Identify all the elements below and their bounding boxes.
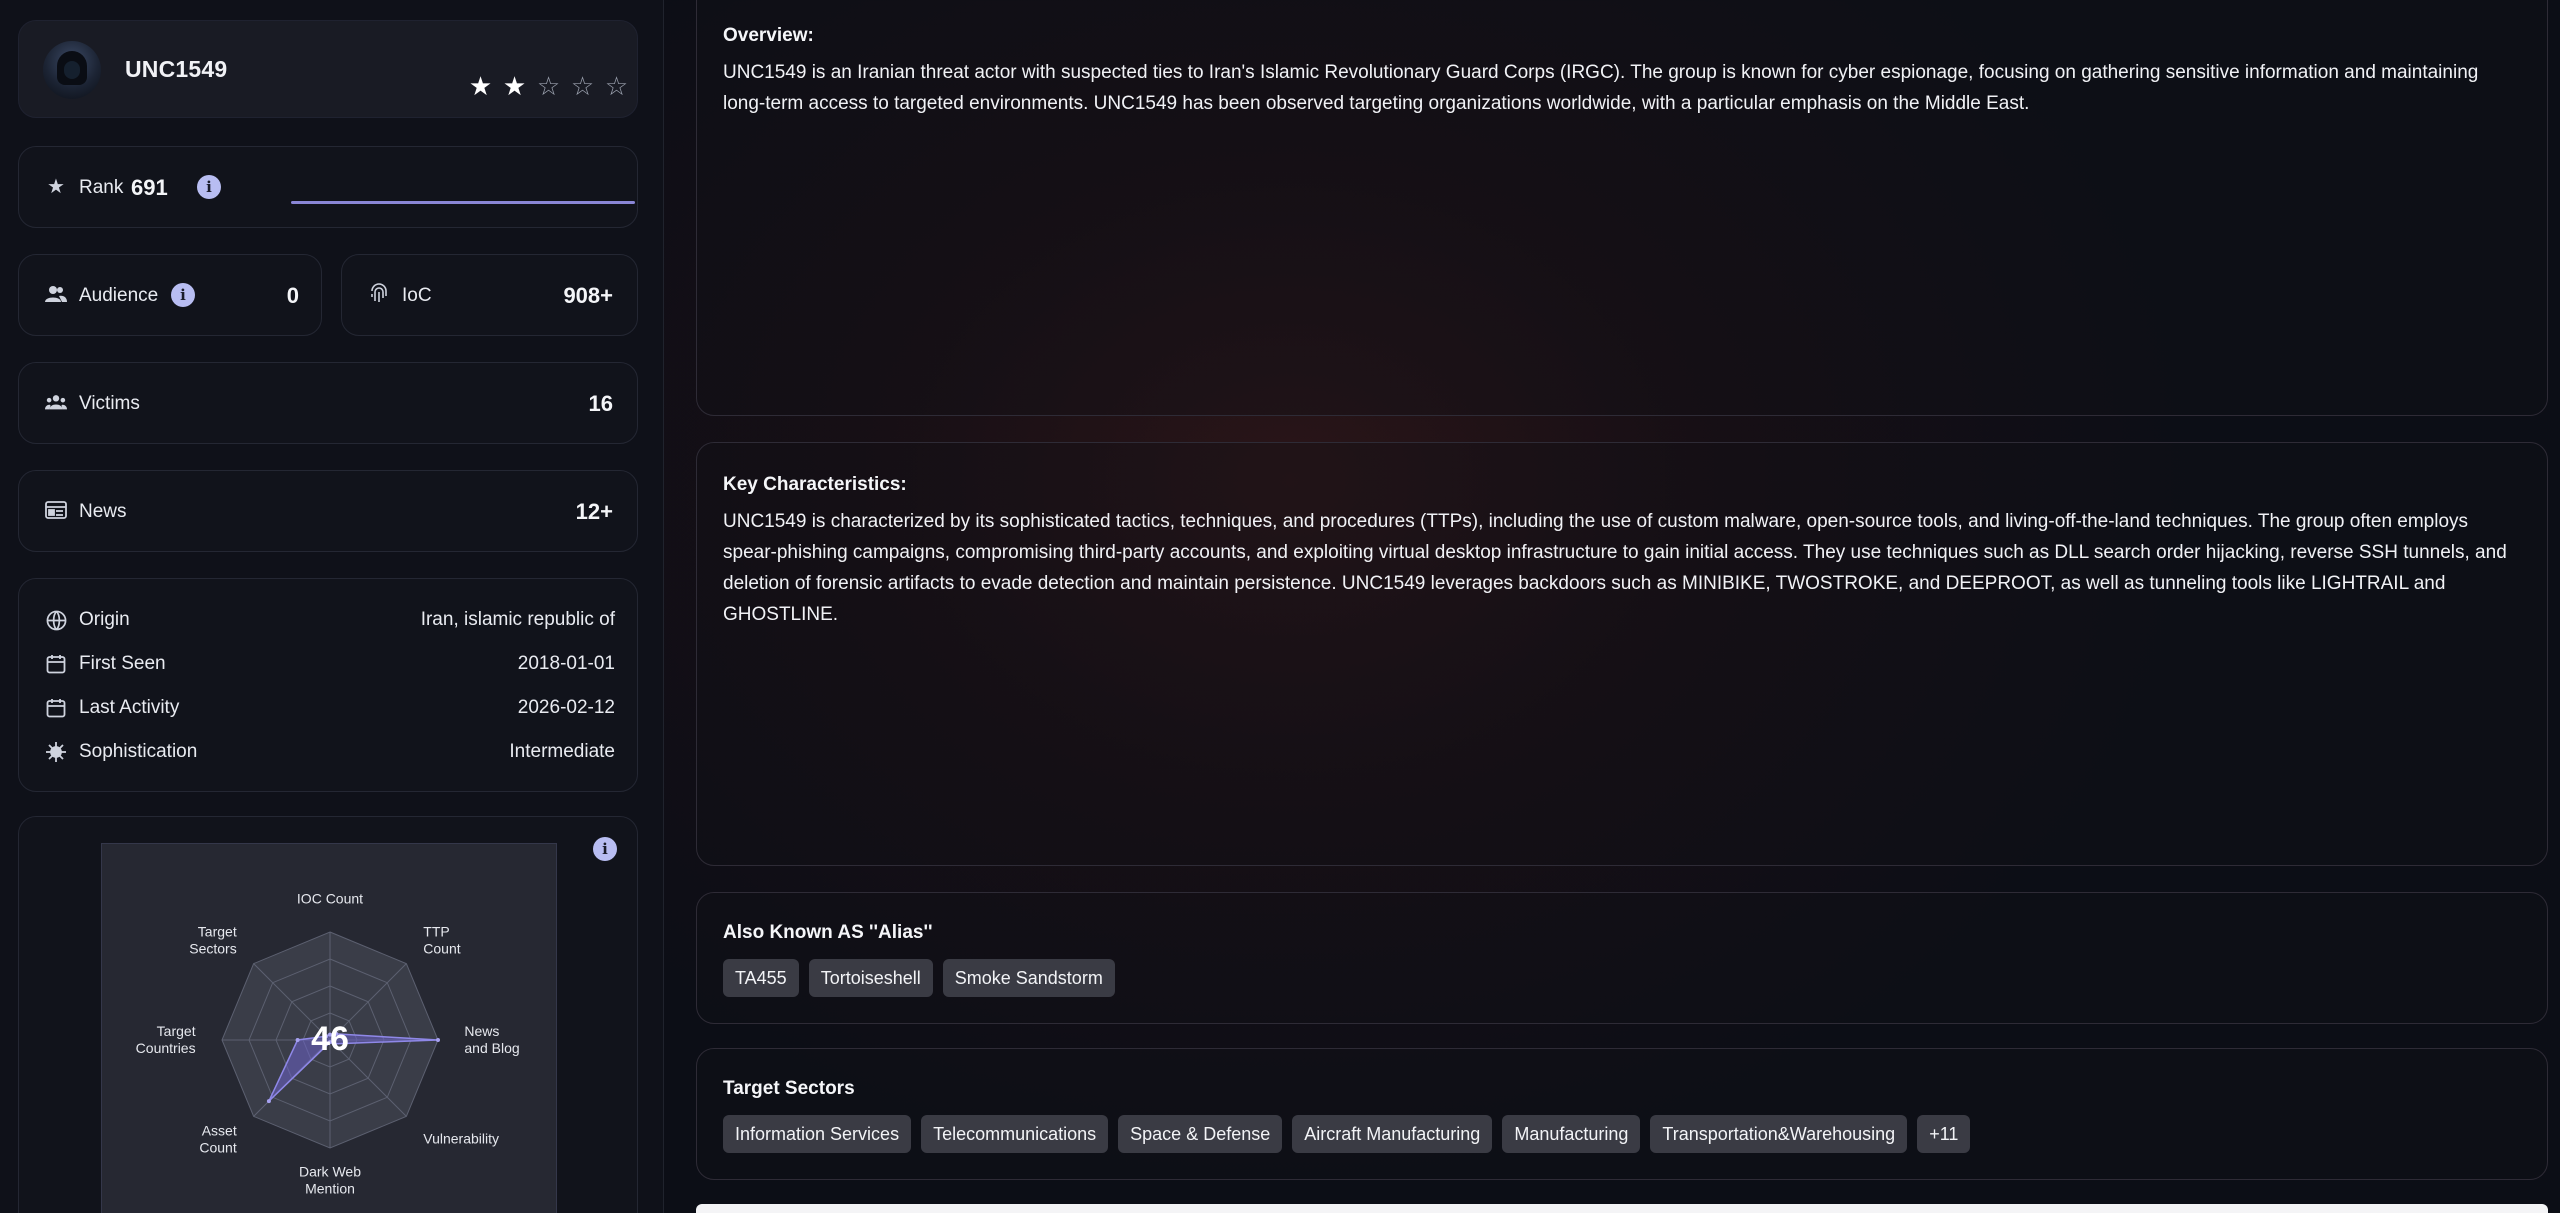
victims-card: Victims 16 (18, 362, 638, 444)
detail-row-first-seen: First Seen 2018-01-01 (19, 649, 639, 679)
alias-tags: TA455 Tortoiseshell Smoke Sandstorm (723, 959, 1115, 997)
star-empty-icon[interactable]: ☆ (569, 73, 596, 99)
sector-tag[interactable]: Space & Defense (1118, 1115, 1283, 1153)
radar-info-icon[interactable]: i (593, 837, 617, 861)
radar-axis-label: News and Blog (464, 1023, 519, 1056)
star-empty-icon[interactable]: ☆ (603, 73, 630, 99)
detail-row-origin: Origin Iran, islamic republic of (19, 605, 639, 635)
audience-label: Audience (79, 285, 159, 306)
overview-card: Overview: UNC1549 is an Iranian threat a… (696, 0, 2548, 416)
star-icon: ★ (47, 175, 65, 198)
audience-info-icon[interactable]: i (171, 283, 195, 307)
alias-tag[interactable]: Tortoiseshell (808, 959, 933, 997)
fingerprint-icon (368, 283, 390, 305)
actor-header-card: UNC1549 ★ ★ ☆ ☆ ☆ (18, 20, 638, 118)
alias-tag[interactable]: TA455 (723, 959, 799, 997)
star-empty-icon[interactable]: ☆ (535, 73, 562, 99)
sector-tag[interactable]: Aircraft Manufacturing (1292, 1115, 1493, 1153)
victims-label: Victims (79, 393, 140, 414)
detail-value: 2026-02-12 (517, 697, 615, 718)
detail-label: First Seen (79, 653, 166, 674)
sector-tags: Information Services Telecommunications … (723, 1115, 1971, 1153)
overview-title: Overview: (723, 25, 814, 46)
actor-avatar (43, 41, 101, 99)
detail-value: 2018-01-01 (517, 653, 615, 674)
radar-point (436, 1038, 440, 1042)
radar-chart-box: 46 IOC Count TTP Count News and Blog Vulnerabi… (101, 843, 557, 1213)
overview-text: UNC1549 is an Iranian threat actor with … (723, 62, 2479, 114)
virus-icon (45, 741, 67, 763)
ioc-value: 908+ (563, 283, 613, 308)
radar-axis-label: Dark Web Mention (299, 1163, 361, 1196)
detail-row-sophistication: Sophistication Intermediate (19, 737, 639, 767)
aliases-card: Also Known AS ''Alias'' TA455 Tortoisesh… (696, 892, 2548, 1024)
rank-info-icon[interactable]: i (197, 175, 221, 199)
detail-value: Iran, islamic republic of (420, 609, 615, 630)
target-sectors-title: Target Sectors (723, 1078, 855, 1099)
target-sectors-card: Target Sectors Information Services Tele… (696, 1048, 2548, 1180)
star-filled-icon[interactable]: ★ (467, 73, 494, 99)
sector-tag[interactable]: Transportation&Warehousing (1650, 1115, 1908, 1153)
radar-score: 46 (311, 1020, 349, 1058)
radar-point (266, 1099, 271, 1104)
victims-value: 16 (588, 391, 613, 416)
calendar-icon (45, 697, 67, 719)
radar-axis-label: IOC Count (297, 891, 363, 907)
audience-card: Audience i 0 (18, 254, 322, 336)
next-section-edge (696, 1204, 2548, 1213)
rank-progress-line (291, 201, 635, 204)
news-card: News 12+ (18, 470, 638, 552)
radar-chart: 46 IOC Count TTP Count News and Blog Vulnerabi… (136, 891, 520, 1197)
actor-name: UNC1549 (125, 56, 228, 82)
rank-label: Rank (79, 177, 124, 198)
group-icon (45, 391, 67, 413)
news-value: 12+ (575, 499, 613, 524)
ioc-card: IoC 908+ (341, 254, 638, 336)
radar-card: i 46 IOC Count TTP Count News and Blog Vulnera… (18, 816, 638, 1213)
sector-tag[interactable]: Telecommunications (921, 1115, 1109, 1153)
detail-label: Sophistication (79, 741, 198, 762)
newspaper-icon (45, 499, 67, 521)
people-icon (45, 283, 67, 305)
key-characteristics-card: Key Characteristics: UNC1549 is characte… (696, 442, 2548, 866)
detail-label: Origin (79, 609, 130, 630)
news-label: News (79, 501, 127, 522)
detail-value: Intermediate (509, 741, 615, 762)
radar-point (295, 1038, 300, 1042)
radar-axis-label: Target Sectors (189, 924, 237, 957)
sector-tag[interactable]: Manufacturing (1502, 1115, 1641, 1153)
detail-label: Last Activity (79, 697, 180, 718)
rating-stars[interactable]: ★ ★ ☆ ☆ ☆ (467, 73, 630, 99)
audience-value: 0 (286, 283, 299, 308)
star-filled-icon[interactable]: ★ (501, 73, 528, 99)
details-card: Origin Iran, islamic republic of First S… (18, 578, 638, 792)
alias-tag[interactable]: Smoke Sandstorm (942, 959, 1115, 997)
radar-axis-label: TTP Count (423, 924, 460, 957)
sector-tag[interactable]: Information Services (723, 1115, 912, 1153)
calendar-icon (45, 653, 67, 675)
detail-row-last-activity: Last Activity 2026-02-12 (19, 693, 639, 723)
globe-icon (45, 609, 67, 631)
aliases-title: Also Known AS ''Alias'' (723, 922, 933, 943)
key-characteristics-title: Key Characteristics: (723, 474, 907, 495)
actor-sidebar: UNC1549 ★ ★ ☆ ☆ ☆ ★ Rank 691 i Audience i 0 … (0, 0, 664, 1213)
key-characteristics-text: UNC1549 is characterized by its sophisti… (723, 511, 2507, 625)
radar-axis-label: Vulnerability (423, 1130, 499, 1146)
rank-value: 691 (131, 175, 168, 200)
ioc-label: IoC (402, 285, 432, 306)
rank-card: ★ Rank 691 i (18, 146, 638, 228)
radar-axis-label: Target Countries (136, 1023, 196, 1056)
radar-axis-label: Asset Count (199, 1122, 236, 1155)
sector-more-tag[interactable]: +11 (1917, 1115, 1971, 1153)
